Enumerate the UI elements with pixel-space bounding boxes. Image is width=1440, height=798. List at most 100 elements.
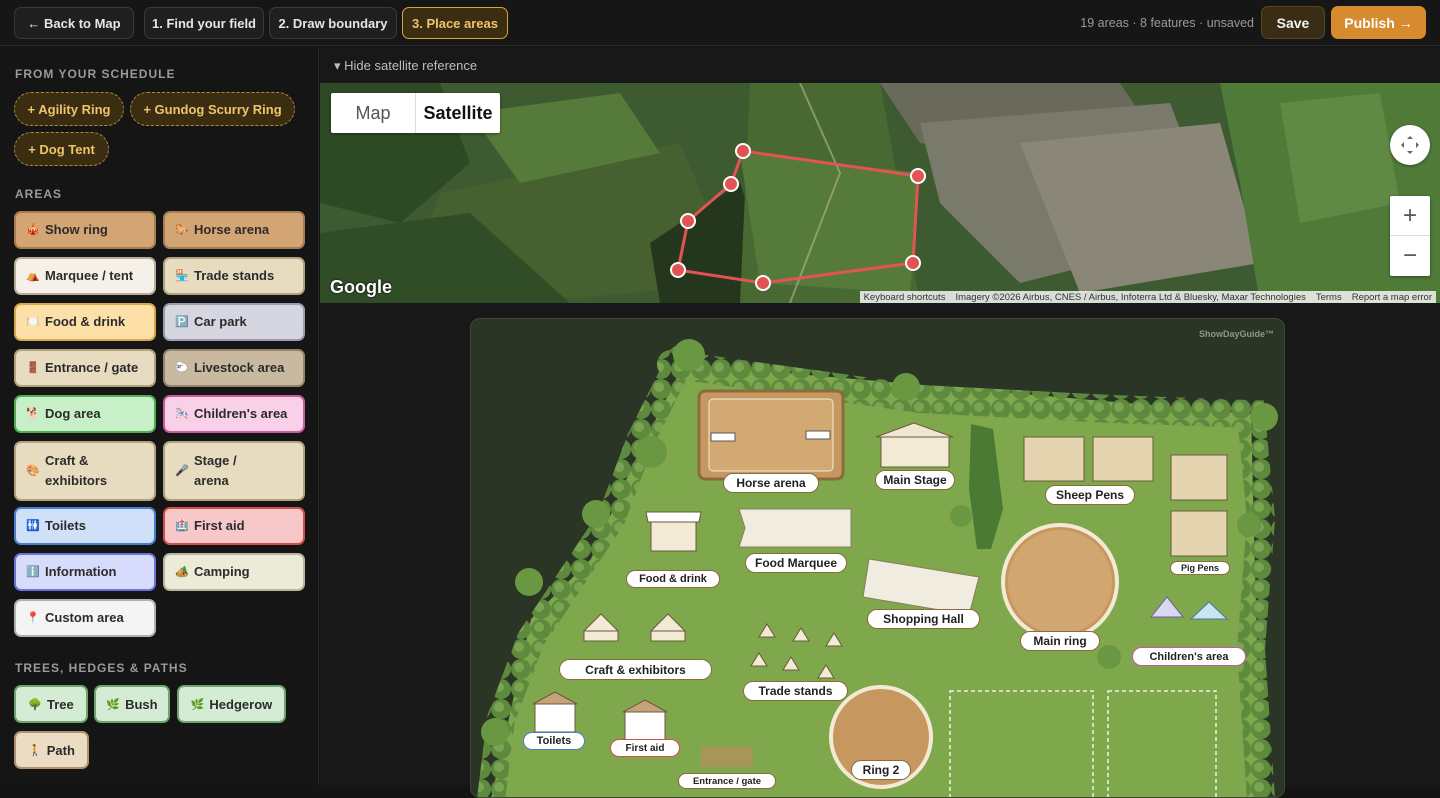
area-label: Children's area <box>194 406 288 421</box>
area-button-show-ring[interactable]: 🎪 Show ring <box>14 211 156 249</box>
area-label: Dog area <box>45 406 101 421</box>
path-label: Path <box>46 742 75 758</box>
ring2-label[interactable]: Ring 2 <box>851 760 911 780</box>
sheep-pens-label[interactable]: Sheep Pens <box>1045 485 1135 505</box>
area-button-horse-arena[interactable]: 🐎 Horse arena <box>163 211 305 249</box>
area-icon: ⛺ <box>26 270 40 282</box>
bush-icon: 🌿 <box>106 698 121 711</box>
area-label: Trade stands <box>194 268 275 283</box>
area-button-trade-stands[interactable]: 🏪 Trade stands <box>163 257 305 295</box>
satellite-tab[interactable]: Satellite <box>415 93 500 133</box>
hide-satellite-toggle[interactable]: ▾ Hide satellite reference <box>334 58 477 74</box>
area-icon: 🐎 <box>175 224 189 236</box>
area-button-toilets[interactable]: 🚻 Toilets <box>14 507 156 545</box>
pan-control[interactable] <box>1390 125 1430 165</box>
site-plan-canvas[interactable]: ShowDayGuide™ Horse arena Main Stage She… <box>470 318 1285 798</box>
area-icon: 🚻 <box>26 520 40 532</box>
area-button-first-aid[interactable]: 🏥 First aid <box>163 507 305 545</box>
site-plan-drawing <box>477 339 1278 797</box>
back-to-map-button[interactable]: ← Back to Map <box>14 7 134 39</box>
area-button-entrance-gate[interactable]: 🚪 Entrance / gate <box>14 349 156 387</box>
plan-watermark: ShowDayGuide™ <box>1198 329 1274 339</box>
area-label: Custom area <box>45 610 124 625</box>
tree-icon: 🌳 <box>28 698 42 711</box>
path-button[interactable]: 🚶 Path <box>14 731 89 769</box>
area-icon: 🍽️ <box>26 316 40 328</box>
map-attribution: Keyboard shortcuts Imagery ©2026 Airbus,… <box>859 291 1436 303</box>
area-label: Show ring <box>45 222 108 237</box>
area-button-car-park[interactable]: 🅿️ Car park <box>163 303 305 341</box>
trees-heading: TREES, HEDGES & PATHS <box>15 661 188 675</box>
save-status: 19 areas · 8 features · unsaved <box>1080 16 1254 30</box>
bush-label: Bush <box>125 696 158 712</box>
area-label: Food & drink <box>45 314 126 329</box>
entrance-gate-label[interactable]: Entrance / gate <box>678 773 776 789</box>
area-button-craft-exhibitors[interactable]: 🎨 Craft & exhibitors <box>14 441 156 501</box>
main-stage-label[interactable]: Main Stage <box>875 470 955 490</box>
move-icon <box>1401 136 1419 154</box>
zoom-control: + − <box>1390 196 1430 276</box>
area-button-camping[interactable]: 🏕️ Camping <box>163 553 305 591</box>
add-gundog-scurry-ring-button[interactable]: + Gundog Scurry Ring <box>130 92 295 126</box>
zoom-out-button[interactable]: − <box>1390 236 1430 276</box>
area-icon: 🐑 <box>175 362 189 374</box>
area-label: Marquee / tent <box>45 268 134 283</box>
zoom-in-button[interactable]: + <box>1390 196 1430 236</box>
area-icon: 📍 <box>26 612 40 624</box>
step-draw-boundary-button[interactable]: 2. Draw boundary <box>269 7 397 39</box>
pig-pens-label[interactable]: Pig Pens <box>1170 561 1230 575</box>
report-map-error-link[interactable]: Report a map error <box>1352 292 1432 303</box>
shopping-hall-label[interactable]: Shopping Hall <box>867 609 980 629</box>
step-find-field-button[interactable]: 1. Find your field <box>144 7 264 39</box>
food-marquee-label[interactable]: Food Marquee <box>745 553 847 573</box>
area-label: Car park <box>194 314 247 329</box>
area-label: Entrance / gate <box>45 360 139 375</box>
area-icon: 🏥 <box>175 520 189 532</box>
area-icon: 🏪 <box>175 270 189 282</box>
main-area: ▾ Hide satellite reference Map Satellite… <box>320 47 1440 798</box>
area-label: Livestock area <box>194 360 285 375</box>
bush-button[interactable]: 🌿 Bush <box>94 685 170 723</box>
area-icon: 🎨 <box>26 465 40 477</box>
area-label: Toilets <box>45 518 86 533</box>
area-label: Horse arena <box>194 222 270 237</box>
area-icon: 🎠 <box>175 408 189 420</box>
area-button-children-s-area[interactable]: 🎠 Children's area <box>163 395 305 433</box>
imagery-credit: Imagery ©2026 Airbus, CNES / Airbus, Inf… <box>955 291 1306 303</box>
tree-button[interactable]: 🌳 Tree <box>14 685 88 723</box>
area-button-food-drink[interactable]: 🍽️ Food & drink <box>14 303 156 341</box>
area-button-marquee-tent[interactable]: ⛺ Marquee / tent <box>14 257 156 295</box>
add-agility-ring-button[interactable]: + Agility Ring <box>14 92 124 126</box>
area-icon: ℹ️ <box>26 566 40 578</box>
terms-link[interactable]: Terms <box>1316 292 1342 303</box>
path-icon: 🚶 <box>28 744 42 757</box>
main-ring-label[interactable]: Main ring <box>1020 631 1100 651</box>
schedule-heading: FROM YOUR SCHEDULE <box>15 67 176 81</box>
step-place-areas-button[interactable]: 3. Place areas <box>402 7 508 39</box>
childrens-area-label[interactable]: Children's area <box>1132 647 1246 666</box>
area-button-stage-arena[interactable]: 🎤 Stage / arena <box>163 441 305 501</box>
trade-stands-label[interactable]: Trade stands <box>743 681 848 701</box>
satellite-map[interactable]: Map Satellite + − Google Keyboard shortc… <box>320 83 1440 303</box>
craft-exhibitors-label[interactable]: Craft & exhibitors <box>559 659 712 680</box>
area-label: Information <box>45 564 117 579</box>
map-tab[interactable]: Map <box>331 93 415 133</box>
top-bar: ← Back to Map 1. Find your field 2. Draw… <box>0 0 1440 46</box>
area-button-custom-area[interactable]: 📍 Custom area <box>14 599 156 637</box>
save-button[interactable]: Save <box>1261 6 1325 39</box>
horse-arena-label[interactable]: Horse arena <box>723 473 819 493</box>
first-aid-label[interactable]: First aid <box>610 739 680 757</box>
keyboard-shortcuts-link[interactable]: Keyboard shortcuts <box>864 292 946 303</box>
food-drink-label[interactable]: Food & drink <box>626 570 720 588</box>
area-icon: 🎤 <box>175 465 189 477</box>
area-button-information[interactable]: ℹ️ Information <box>14 553 156 591</box>
area-icon: 🚪 <box>26 362 40 374</box>
publish-button[interactable]: Publish → <box>1331 6 1426 39</box>
area-icon: 🐕 <box>26 408 40 420</box>
area-button-livestock-area[interactable]: 🐑 Livestock area <box>163 349 305 387</box>
toilets-label[interactable]: Toilets <box>523 732 585 750</box>
area-button-dog-area[interactable]: 🐕 Dog area <box>14 395 156 433</box>
sidebar: FROM YOUR SCHEDULE + Agility Ring + Gund… <box>0 47 319 785</box>
hedgerow-button[interactable]: 🌿 Hedgerow <box>177 685 286 723</box>
add-dog-tent-button[interactable]: + Dog Tent <box>14 132 109 166</box>
